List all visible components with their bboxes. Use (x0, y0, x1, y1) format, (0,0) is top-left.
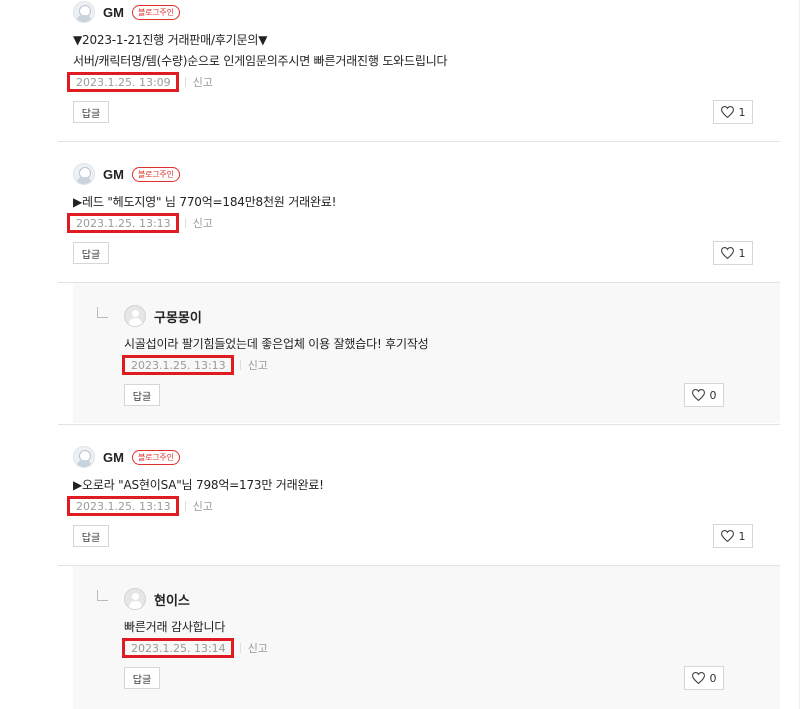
comment-date: 2023.1.25. 13:09 (67, 72, 179, 92)
comment-meta: 2023.1.25. 13:13 신고 (67, 496, 213, 516)
comment-date: 2023.1.25. 13:13 (122, 355, 234, 375)
comment-header: GM 블로그주인 (73, 445, 180, 469)
comment-text-line: 시골섭이라 팔기힘들었는데 좋은업체 이용 잘했습다! 후기작성 (124, 337, 429, 351)
divider (184, 501, 186, 511)
divider (184, 218, 186, 228)
divider (184, 77, 186, 87)
nickname[interactable]: GM (103, 5, 124, 20)
like-button[interactable]: 0 (684, 383, 724, 407)
comment-text-line: 서버/캐릭터명/템(수량)순으로 인게임문의주시면 빠른거래진행 도와드립니다 (73, 54, 448, 68)
heart-icon (720, 247, 734, 259)
gm-avatar-icon[interactable] (73, 1, 95, 23)
reply-button[interactable]: 답글 (73, 242, 109, 264)
comment-header: GM 블로그주인 (73, 0, 180, 24)
reply-item: 구몽몽이 시골섭이라 팔기힘들었는데 좋은업체 이용 잘했습다! 후기작성 20… (73, 283, 780, 423)
comment-text-line: ▶오로라 "AS현이SA"님 798억=173만 거래완료! (73, 478, 324, 492)
nickname[interactable]: 구몽몽이 (154, 307, 202, 326)
default-avatar-icon[interactable] (124, 588, 146, 610)
gm-avatar-icon[interactable] (73, 163, 95, 185)
comment-meta: 2023.1.25. 13:09 신고 (67, 72, 213, 92)
like-button[interactable]: 1 (713, 241, 753, 265)
comment-text-line: 빠른거래 감사합니다 (124, 620, 226, 634)
divider (239, 360, 241, 370)
divider (239, 643, 241, 653)
heart-icon (691, 389, 705, 401)
comment-text-line: ▶레드 "헤도지영" 님 770억=184만8천원 거래완료! (73, 195, 337, 209)
reply-arrow-icon (97, 590, 108, 601)
nickname[interactable]: GM (103, 450, 124, 465)
reply-button[interactable]: 답글 (73, 525, 109, 547)
like-button[interactable]: 1 (713, 524, 753, 548)
gm-avatar-icon[interactable] (73, 446, 95, 468)
comment-header: 구몽몽이 (124, 304, 202, 328)
reply-arrow-icon (97, 307, 108, 318)
report-link[interactable]: 신고 (193, 498, 213, 514)
reply-button[interactable]: 답글 (124, 384, 160, 406)
report-link[interactable]: 신고 (193, 215, 213, 231)
like-count: 0 (709, 671, 717, 685)
comment-meta: 2023.1.25. 13:14 신고 (122, 638, 268, 658)
reply-item: 현이스 빠른거래 감사합니다 2023.1.25. 13:14 신고 답글 0 (73, 566, 780, 709)
heart-icon (720, 530, 734, 542)
comment-header: GM 블로그주인 (73, 162, 180, 186)
like-button[interactable]: 1 (713, 100, 753, 124)
nickname[interactable]: 현이스 (154, 590, 190, 609)
comment-list: GM 블로그주인 ▼2023-1-21진행 거래판매/후기문의▼ 서버/캐릭터명… (0, 0, 800, 709)
report-link[interactable]: 신고 (248, 640, 268, 656)
comment-date: 2023.1.25. 13:13 (67, 496, 179, 516)
divider (58, 141, 780, 142)
owner-badge: 블로그주인 (131, 449, 180, 465)
like-count: 0 (709, 388, 717, 402)
like-button[interactable]: 0 (684, 666, 724, 690)
heart-icon (691, 672, 705, 684)
comment-meta: 2023.1.25. 13:13 신고 (122, 355, 268, 375)
nickname[interactable]: GM (103, 167, 124, 182)
owner-badge: 블로그주인 (131, 166, 180, 182)
comment-date: 2023.1.25. 13:13 (67, 213, 179, 233)
reply-button[interactable]: 답글 (124, 667, 160, 689)
comment-header: 현이스 (124, 587, 190, 611)
default-avatar-icon[interactable] (124, 305, 146, 327)
report-link[interactable]: 신고 (193, 74, 213, 90)
report-link[interactable]: 신고 (248, 357, 268, 373)
like-count: 1 (738, 246, 746, 260)
owner-badge: 블로그주인 (131, 4, 180, 20)
comment-meta: 2023.1.25. 13:13 신고 (67, 213, 213, 233)
heart-icon (720, 106, 734, 118)
comment-date: 2023.1.25. 13:14 (122, 638, 234, 658)
reply-button[interactable]: 답글 (73, 101, 109, 123)
like-count: 1 (738, 105, 746, 119)
divider (58, 424, 780, 425)
like-count: 1 (738, 529, 746, 543)
comment-text-line: ▼2023-1-21진행 거래판매/후기문의▼ (73, 33, 268, 47)
